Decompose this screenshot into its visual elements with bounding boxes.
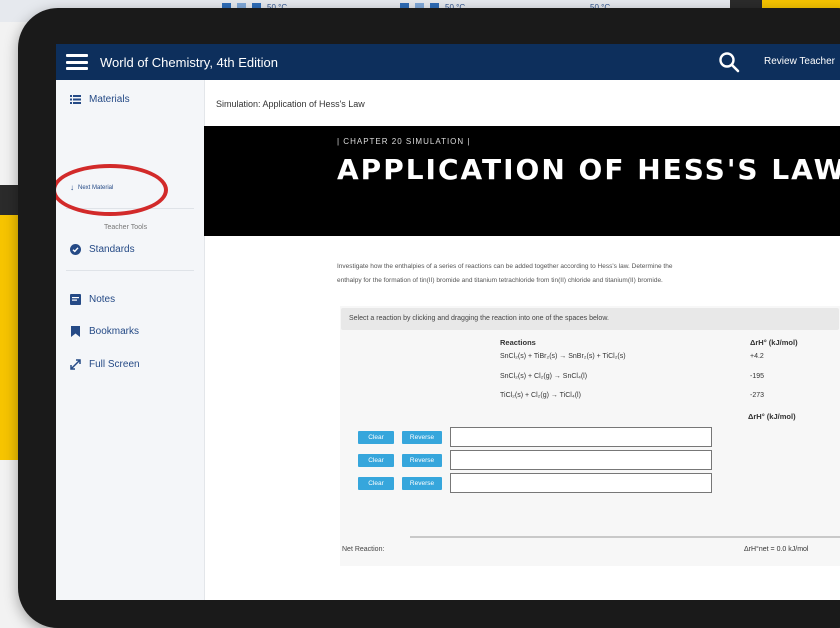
- breadcrumb: Simulation: Application of Hess's Law: [216, 99, 365, 109]
- net-enthalpy-value: ΔrH°net = 0.0 kJ/mol: [744, 546, 809, 553]
- sidebar-divider: [66, 208, 194, 209]
- clear-button[interactable]: Clear: [358, 453, 394, 467]
- reaction-item[interactable]: SnCl₂(s) + TiBr₂(s) → SnBr₂(s) + TiCl₂(s…: [500, 353, 626, 360]
- check-circle-icon: [70, 244, 81, 255]
- sidebar-item-label: Materials: [89, 94, 130, 105]
- reaction-drop-slot[interactable]: [450, 450, 712, 470]
- background-block: [0, 185, 18, 215]
- enthalpy-header: ΔrH° (kJ/mol): [750, 338, 798, 347]
- next-material-label: Next Material: [78, 184, 114, 191]
- sidebar-item-standards[interactable]: Standards: [70, 244, 135, 255]
- clear-button[interactable]: Clear: [358, 430, 394, 444]
- instruction-bar: Select a reaction by clicking and draggi…: [341, 308, 839, 330]
- reaction-slot-row: Clear Reverse: [358, 472, 712, 494]
- sidebar: Materials ↓ Next Material Teacher Tools …: [56, 80, 205, 600]
- bookmark-icon: [70, 326, 81, 337]
- reaction-item[interactable]: SnCl₂(s) + Cl₂(g) → SnCl₄(l): [500, 373, 587, 380]
- reaction-item[interactable]: TiCl₂(s) + Cl₂(g) → TiCl₄(l): [500, 392, 581, 399]
- sidebar-item-bookmarks[interactable]: Bookmarks: [70, 326, 139, 337]
- sidebar-item-label: Bookmarks: [89, 326, 140, 337]
- reverse-button[interactable]: Reverse: [402, 476, 442, 490]
- teacher-tools-label: Teacher Tools: [104, 224, 148, 231]
- menu-icon[interactable]: [66, 54, 88, 70]
- arrow-down-icon: ↓: [70, 183, 74, 192]
- reaction-enthalpy: -273: [750, 392, 765, 399]
- simulation-banner: | CHAPTER 20 SIMULATION | APPLICATION OF…: [204, 126, 840, 236]
- chapter-kicker: | CHAPTER 20 SIMULATION |: [337, 137, 471, 146]
- sidebar-item-full-screen[interactable]: Full Screen: [70, 359, 140, 370]
- review-teacher-link[interactable]: Review Teacher: [764, 56, 835, 67]
- page-title: APPLICATION OF HESS'S LAW: [337, 153, 840, 186]
- net-reaction-label: Net Reaction:: [342, 546, 385, 553]
- clear-button[interactable]: Clear: [358, 476, 394, 490]
- sidebar-divider: [66, 270, 194, 271]
- sidebar-item-label: Standards: [89, 244, 135, 255]
- sidebar-item-label: Full Screen: [89, 359, 140, 370]
- reaction-slot-row: Clear Reverse: [358, 449, 712, 471]
- reaction-slot-row: Clear Reverse: [358, 426, 712, 448]
- net-reaction-divider: [410, 536, 840, 538]
- intro-line: enthalpy for the formation of tin(II) br…: [337, 277, 663, 284]
- tablet-frame: World of Chemistry, 4th Edition Review T…: [18, 8, 840, 628]
- reactions-header: Reactions: [500, 338, 536, 347]
- notes-icon: [70, 294, 81, 305]
- background-yellow-block: [0, 215, 18, 460]
- reaction-drop-slot[interactable]: [450, 427, 712, 447]
- list-icon: [70, 94, 81, 105]
- sidebar-item-notes[interactable]: Notes: [70, 294, 115, 305]
- reaction-drop-slot[interactable]: [450, 473, 712, 493]
- search-icon[interactable]: [718, 51, 740, 73]
- reverse-button[interactable]: Reverse: [402, 453, 442, 467]
- next-material-link[interactable]: ↓ Next Material: [70, 183, 113, 192]
- sidebar-item-materials[interactable]: Materials: [70, 94, 130, 105]
- tablet-screen: World of Chemistry, 4th Edition Review T…: [56, 44, 840, 600]
- reverse-button[interactable]: Reverse: [402, 430, 442, 444]
- intro-text: Investigate how the enthalpies of a seri…: [337, 260, 840, 288]
- reaction-enthalpy: +4.2: [750, 353, 764, 360]
- enthalpy-header-2: ΔrH° (kJ/mol): [748, 412, 796, 421]
- app-header: World of Chemistry, 4th Edition Review T…: [56, 44, 840, 80]
- sidebar-item-label: Notes: [89, 294, 116, 305]
- expand-icon: [70, 359, 81, 370]
- app-title: World of Chemistry, 4th Edition: [100, 54, 278, 70]
- simulation-panel: Select a reaction by clicking and draggi…: [340, 306, 840, 566]
- intro-line: Investigate how the enthalpies of a seri…: [337, 263, 673, 270]
- reaction-enthalpy: -195: [750, 373, 765, 380]
